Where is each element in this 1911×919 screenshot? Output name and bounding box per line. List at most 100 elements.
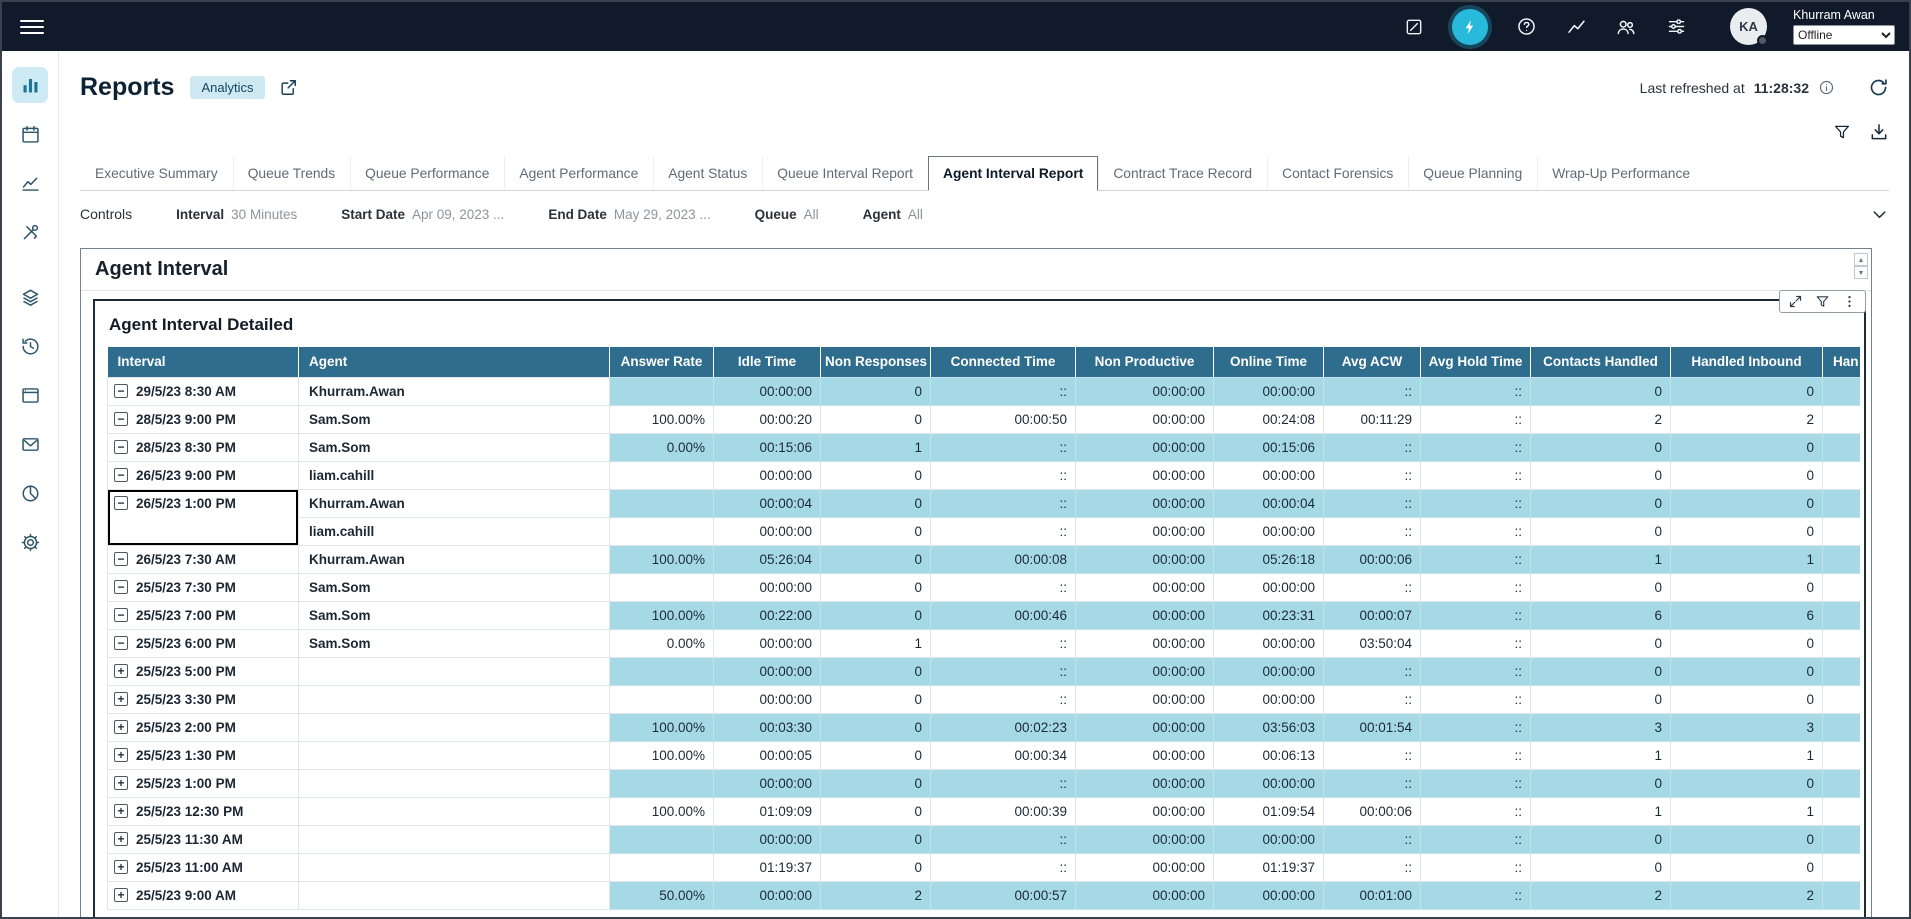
interval-cell[interactable]: −29/5/23 8:30 AM xyxy=(108,377,299,405)
metric-cell[interactable]: 0 xyxy=(1671,769,1823,797)
notes-icon[interactable] xyxy=(1402,15,1426,39)
metric-cell[interactable]: 0 xyxy=(1531,461,1671,489)
metric-cell[interactable]: :: xyxy=(931,853,1076,881)
agent-cell[interactable] xyxy=(299,713,610,741)
metric-cell[interactable]: 00:23:31 xyxy=(1214,601,1324,629)
expand-icon[interactable]: + xyxy=(114,748,128,762)
agent-cell[interactable]: liam.cahill xyxy=(299,517,610,545)
metric-cell[interactable]: 00:00:07 xyxy=(1324,601,1421,629)
metric-cell[interactable]: 00:00:00 xyxy=(714,825,821,853)
metric-cell[interactable] xyxy=(1823,433,1861,461)
expand-icon[interactable]: + xyxy=(114,692,128,706)
metric-cell[interactable]: 00:00:00 xyxy=(1076,573,1214,601)
metric-cell[interactable]: 00:00:00 xyxy=(1214,685,1324,713)
metric-cell[interactable]: 0 xyxy=(821,685,931,713)
metric-cell[interactable]: :: xyxy=(1324,461,1421,489)
metric-cell[interactable]: :: xyxy=(1421,881,1531,909)
metric-cell[interactable] xyxy=(610,657,714,685)
info-icon[interactable] xyxy=(1818,79,1835,96)
metric-cell[interactable]: 00:00:00 xyxy=(1214,769,1324,797)
collapse-icon[interactable]: − xyxy=(114,412,128,426)
metric-cell[interactable]: 00:00:00 xyxy=(714,685,821,713)
metric-cell[interactable]: 1 xyxy=(1671,741,1823,769)
metric-cell[interactable]: :: xyxy=(1324,769,1421,797)
metric-cell[interactable]: :: xyxy=(1421,629,1531,657)
chevron-down-icon[interactable] xyxy=(1870,205,1889,224)
metric-cell[interactable]: 00:00:00 xyxy=(1076,797,1214,825)
agent-cell[interactable] xyxy=(299,853,610,881)
metric-cell[interactable] xyxy=(610,517,714,545)
metric-cell[interactable]: 00:00:00 xyxy=(1214,377,1324,405)
agent-cell[interactable] xyxy=(299,881,610,909)
metric-cell[interactable]: :: xyxy=(1324,685,1421,713)
metric-cell[interactable]: 00:00:00 xyxy=(1214,825,1324,853)
metric-cell[interactable]: 00:00:00 xyxy=(714,629,821,657)
metric-cell[interactable]: 00:00:00 xyxy=(1076,517,1214,545)
metric-cell[interactable]: 0 xyxy=(821,405,931,433)
metric-cell[interactable] xyxy=(1823,461,1861,489)
open-in-new-icon[interactable] xyxy=(279,78,298,97)
metric-cell[interactable]: 0 xyxy=(821,573,931,601)
metric-cell[interactable]: :: xyxy=(1324,377,1421,405)
interval-cell[interactable]: −25/5/23 7:00 PM xyxy=(108,601,299,629)
metric-cell[interactable]: 50.00% xyxy=(610,881,714,909)
collapse-icon[interactable]: − xyxy=(114,384,128,398)
metric-cell[interactable]: 6 xyxy=(1531,601,1671,629)
metric-cell[interactable]: 1 xyxy=(1531,797,1671,825)
metric-cell[interactable]: 0 xyxy=(1671,685,1823,713)
metric-cell[interactable]: 00:03:30 xyxy=(714,713,821,741)
metric-cell[interactable]: 0 xyxy=(821,517,931,545)
status-select[interactable]: Offline xyxy=(1793,25,1895,45)
metric-cell[interactable]: 0 xyxy=(1531,517,1671,545)
metric-cell[interactable]: 00:06:13 xyxy=(1214,741,1324,769)
metric-cell[interactable]: 0 xyxy=(1671,825,1823,853)
metric-cell[interactable]: :: xyxy=(1324,741,1421,769)
metric-cell[interactable]: :: xyxy=(1421,657,1531,685)
help-icon[interactable] xyxy=(1514,15,1538,39)
interval-cell[interactable]: −28/5/23 9:00 PM xyxy=(108,405,299,433)
metric-cell[interactable]: 0 xyxy=(821,769,931,797)
metric-cell[interactable] xyxy=(1823,769,1861,797)
collapse-icon[interactable]: − xyxy=(114,636,128,650)
metric-cell[interactable]: 00:00:00 xyxy=(1076,685,1214,713)
metric-cell[interactable]: 00:02:23 xyxy=(931,713,1076,741)
agent-cell[interactable] xyxy=(299,685,610,713)
metric-cell[interactable]: 00:00:57 xyxy=(931,881,1076,909)
agent-cell[interactable] xyxy=(299,797,610,825)
metric-cell[interactable]: 00:11:29 xyxy=(1324,405,1421,433)
metric-cell[interactable] xyxy=(1823,797,1861,825)
sidebar-item-settings[interactable] xyxy=(12,524,48,560)
metric-cell[interactable]: :: xyxy=(931,629,1076,657)
metric-cell[interactable] xyxy=(610,489,714,517)
sidebar-item-analytics[interactable] xyxy=(12,475,48,511)
metric-cell[interactable]: 00:00:08 xyxy=(931,545,1076,573)
metric-cell[interactable]: 00:00:06 xyxy=(1324,545,1421,573)
interval-cell[interactable]: −25/5/23 6:00 PM xyxy=(108,629,299,657)
avatar[interactable]: KA xyxy=(1730,8,1767,45)
metric-cell[interactable]: 0.00% xyxy=(610,433,714,461)
metric-cell[interactable]: 00:00:50 xyxy=(931,405,1076,433)
sidebar-item-metrics[interactable] xyxy=(12,165,48,201)
sidebar-item-calendar[interactable] xyxy=(12,116,48,152)
interval-cell[interactable]: +25/5/23 1:00 PM xyxy=(108,769,299,797)
expand-icon[interactable]: + xyxy=(114,720,128,734)
tab-queue-interval-report[interactable]: Queue Interval Report xyxy=(762,156,928,190)
metric-cell[interactable] xyxy=(1823,573,1861,601)
metric-cell[interactable] xyxy=(1823,517,1861,545)
metric-cell[interactable]: :: xyxy=(1421,517,1531,545)
column-header-contacts-handled[interactable]: Contacts Handled xyxy=(1531,347,1671,377)
metric-cell[interactable]: 100.00% xyxy=(610,741,714,769)
metric-cell[interactable]: 00:00:39 xyxy=(931,797,1076,825)
metric-cell[interactable]: 6 xyxy=(1671,601,1823,629)
metric-cell[interactable]: :: xyxy=(931,377,1076,405)
interval-cell[interactable]: +25/5/23 9:00 AM xyxy=(108,881,299,909)
tab-queue-planning[interactable]: Queue Planning xyxy=(1408,156,1537,190)
metric-cell[interactable]: 0 xyxy=(821,797,931,825)
metric-cell[interactable]: 1 xyxy=(1531,545,1671,573)
metric-cell[interactable]: 00:00:00 xyxy=(714,377,821,405)
metric-cell[interactable] xyxy=(1823,741,1861,769)
metric-cell[interactable] xyxy=(1823,713,1861,741)
metrics-icon[interactable] xyxy=(1564,15,1588,39)
metric-cell[interactable]: :: xyxy=(1421,433,1531,461)
metric-cell[interactable]: 0 xyxy=(1531,433,1671,461)
